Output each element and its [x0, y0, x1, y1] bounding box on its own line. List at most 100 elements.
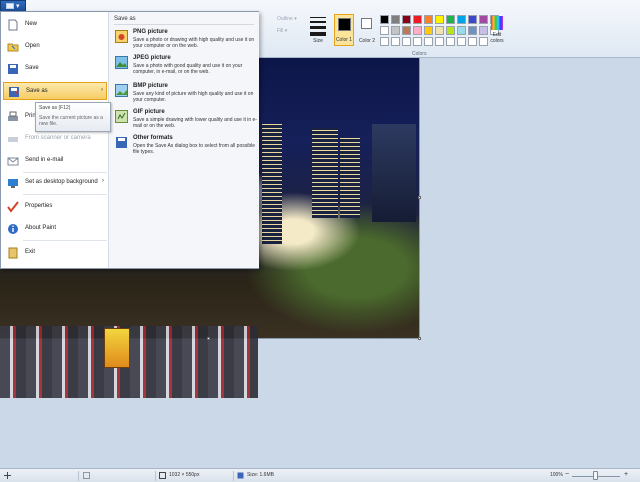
status-divider: [155, 471, 156, 481]
palette-swatch[interactable]: [380, 26, 389, 35]
png-picture-icon: [115, 30, 128, 43]
edit-colors-button[interactable]: Edit colors: [487, 14, 507, 46]
gif-picture-icon: [115, 110, 128, 123]
status-divider: [78, 471, 79, 481]
resize-handle-bottom[interactable]: [207, 337, 210, 340]
menu-item-from-scanner[interactable]: From scanner or camera: [3, 130, 107, 148]
save-as-png[interactable]: PNG picture Save a photo or drawing with…: [113, 28, 257, 54]
palette-swatch[interactable]: [380, 15, 389, 24]
palette-swatch[interactable]: [446, 37, 455, 46]
chevron-down-icon: ▾: [16, 3, 20, 10]
photo-billboard: [104, 328, 130, 368]
menu-item-send-email[interactable]: Send in e-mail: [3, 152, 107, 170]
menu-item-save[interactable]: Save: [3, 60, 107, 78]
palette-swatch[interactable]: [391, 37, 400, 46]
image-size-icon: [159, 472, 166, 479]
scanner-icon: [8, 137, 18, 142]
info-icon: [8, 224, 18, 234]
file-menu: New Open Save Save as › Print › From sca…: [0, 11, 259, 269]
exit-icon: [8, 247, 18, 259]
outline-button[interactable]: Outline ▾: [277, 16, 297, 22]
edit-colors-label: Edit colors: [490, 32, 504, 44]
paint-file-icon: [6, 3, 14, 9]
color2-label: Color 2: [358, 38, 376, 44]
color-wheel-icon: [491, 16, 503, 30]
menu-item-properties[interactable]: Properties: [3, 198, 107, 216]
palette-swatch[interactable]: [413, 26, 422, 35]
palette-swatch[interactable]: [468, 15, 477, 24]
tooltip-body: Save the current picture as a new file.: [39, 115, 103, 127]
palette-swatch[interactable]: [391, 15, 400, 24]
disk-size-icon: [237, 472, 244, 479]
palette-swatch[interactable]: [402, 37, 411, 46]
desktop-icon: [8, 179, 18, 188]
palette-swatch[interactable]: [457, 37, 466, 46]
palette-swatch[interactable]: [424, 37, 433, 46]
cursor-position-icon: [4, 472, 11, 479]
color-palette: [380, 15, 499, 46]
photo-building: [340, 138, 360, 218]
palette-swatch[interactable]: [435, 37, 444, 46]
color1-button[interactable]: Color 1: [334, 14, 354, 46]
palette-swatch[interactable]: [435, 26, 444, 35]
menu-item-about-paint[interactable]: About Paint: [3, 220, 107, 238]
other-formats-icon: [116, 137, 127, 148]
menu-item-exit[interactable]: Exit: [3, 244, 107, 262]
menu-separator: [23, 240, 107, 241]
palette-swatch[interactable]: [457, 15, 466, 24]
palette-swatch[interactable]: [468, 26, 477, 35]
zoom-out-icon[interactable]: −: [565, 471, 569, 478]
colors-group-label: Colors: [412, 51, 427, 57]
email-icon: [7, 157, 19, 166]
palette-swatch[interactable]: [424, 26, 433, 35]
menu-separator: [23, 172, 107, 173]
properties-icon: [7, 201, 19, 213]
chevron-right-icon: ›: [102, 178, 104, 184]
palette-swatch[interactable]: [457, 26, 466, 35]
size-button[interactable]: Size: [307, 14, 329, 46]
palette-swatch[interactable]: [402, 26, 411, 35]
palette-swatch[interactable]: [413, 37, 422, 46]
status-divider: [233, 471, 234, 481]
resize-handle-right[interactable]: [418, 196, 421, 199]
palette-swatch[interactable]: [435, 15, 444, 24]
zoom-slider-thumb[interactable]: [593, 471, 598, 480]
file-menu-commands: New Open Save Save as › Print › From sca…: [1, 12, 109, 268]
palette-swatch[interactable]: [380, 37, 389, 46]
menu-item-open[interactable]: Open: [3, 38, 107, 56]
resize-handle-corner[interactable]: [418, 337, 421, 340]
line-width-1: [310, 17, 326, 18]
print-icon: [8, 111, 18, 121]
palette-swatch[interactable]: [424, 15, 433, 24]
palette-swatch[interactable]: [446, 26, 455, 35]
save-icon: [8, 64, 18, 74]
save-as-icon: [9, 87, 19, 97]
save-as-gif[interactable]: GIF picture Save a simple drawing with l…: [113, 108, 257, 134]
palette-swatch[interactable]: [413, 15, 422, 24]
palette-swatch[interactable]: [468, 37, 477, 46]
save-as-bmp[interactable]: BMP picture Save any kind of picture wit…: [113, 82, 257, 108]
selection-size-icon: [83, 472, 90, 479]
zoom-level: 100%: [550, 472, 563, 478]
save-as-tooltip: Save as (F12) Save the current picture a…: [35, 102, 111, 132]
save-as-jpeg[interactable]: JPEG picture Save a photo with good qual…: [113, 54, 257, 80]
palette-swatch[interactable]: [391, 26, 400, 35]
zoom-in-icon[interactable]: +: [624, 471, 628, 478]
save-as-panel-title: Save as: [114, 16, 136, 22]
menu-item-desktop-background[interactable]: Set as desktop background ›: [3, 174, 107, 192]
fill-button[interactable]: Fill ▾: [277, 28, 287, 34]
color2-button[interactable]: Color 2: [357, 14, 377, 46]
bmp-picture-icon: [115, 84, 128, 97]
color1-label: Color 1: [335, 37, 353, 43]
palette-swatch[interactable]: [446, 15, 455, 24]
line-width-4: [310, 32, 326, 36]
palette-swatch[interactable]: [402, 15, 411, 24]
size-label: Size: [313, 38, 323, 44]
open-folder-icon: [7, 43, 19, 52]
menu-separator: [23, 194, 107, 195]
menu-item-save-as[interactable]: Save as ›: [3, 82, 107, 100]
menu-item-new[interactable]: New: [3, 16, 107, 34]
save-as-other-formats[interactable]: Other formats Open the Save As dialog bo…: [113, 134, 257, 160]
save-as-panel: Save as PNG picture Save a photo or draw…: [109, 12, 259, 268]
jpeg-picture-icon: [115, 56, 128, 69]
